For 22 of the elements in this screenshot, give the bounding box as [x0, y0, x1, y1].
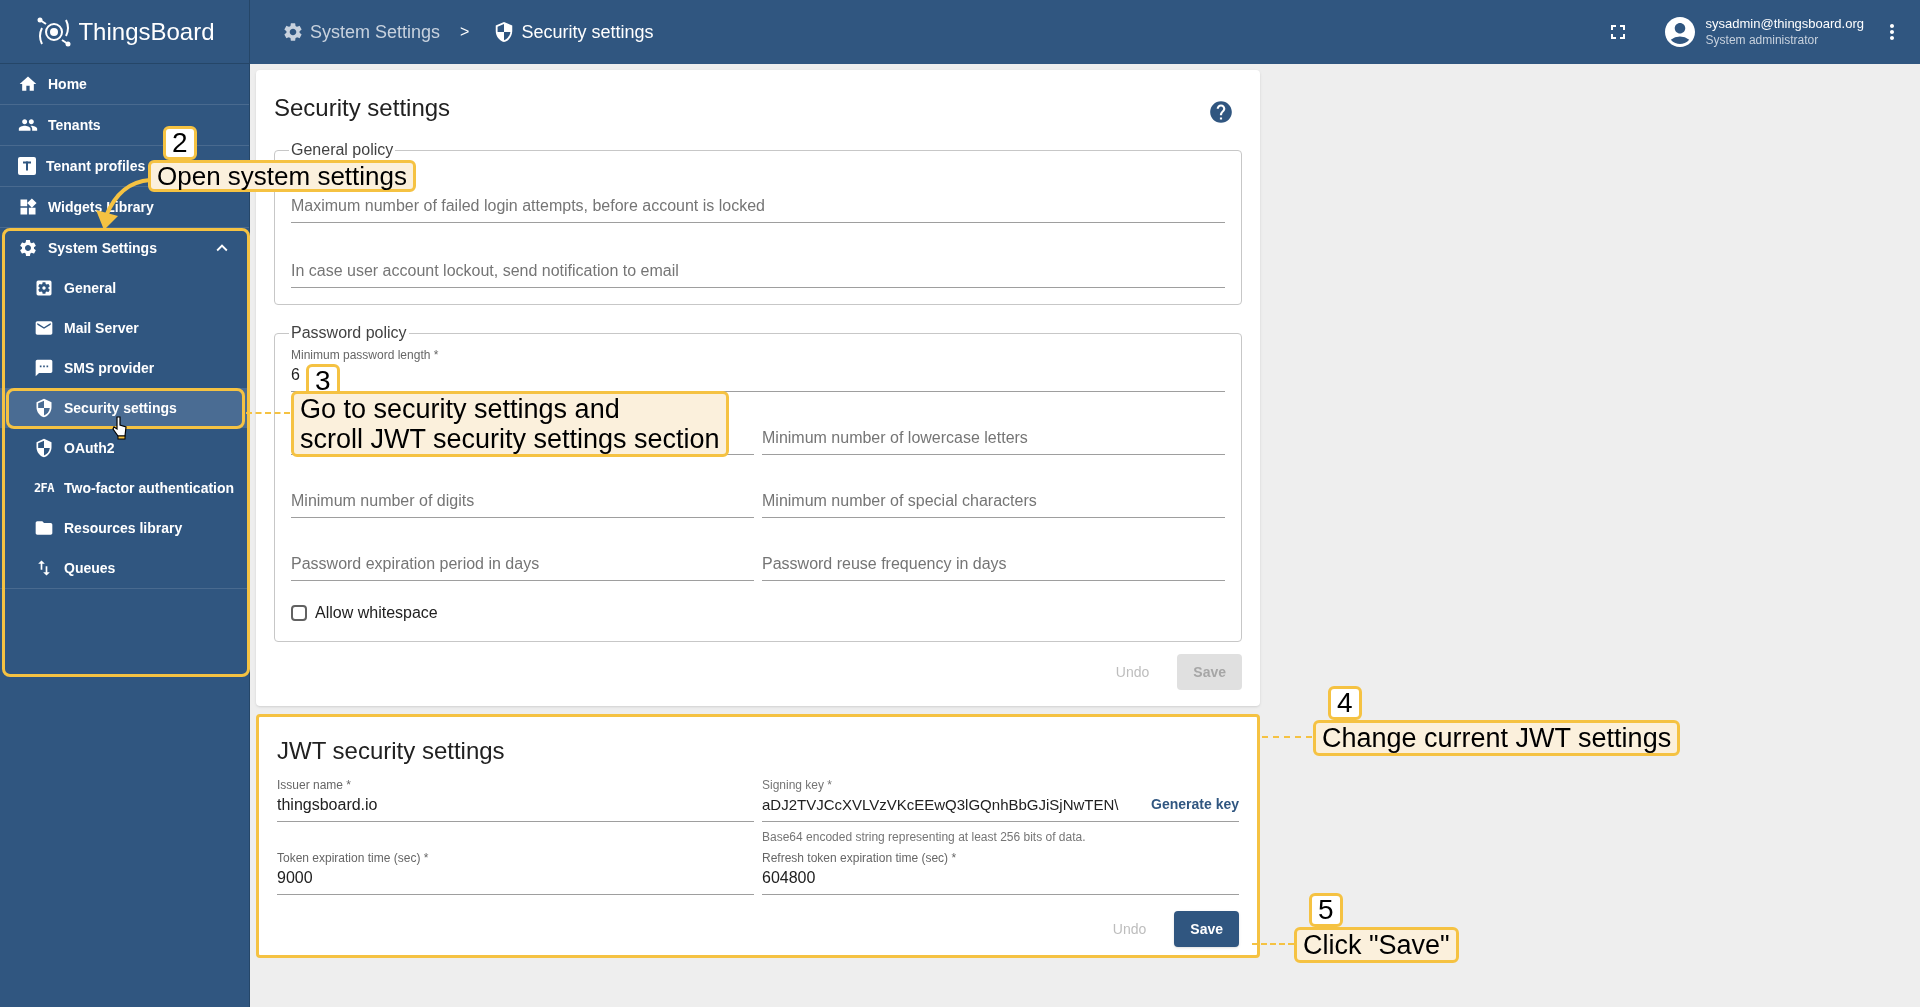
- group-legend: Password policy: [289, 321, 409, 345]
- callout-tooltip: Open system settings: [148, 160, 416, 192]
- field-hint: Base64 encoded string representing at least 256 bits of data.: [762, 829, 1087, 846]
- app-logo-text: ThingsBoard: [78, 16, 215, 47]
- card-title: Security settings: [274, 93, 451, 123]
- card-title: JWT security settings: [277, 736, 506, 766]
- step-number-tooltip: 4: [1328, 686, 1362, 720]
- step-number-tooltip: 2: [163, 126, 197, 160]
- field-label: Minimum password length *: [291, 347, 439, 363]
- field-label: Refresh token expiration time (sec) *: [762, 850, 957, 866]
- callout-tooltip: Go to security settings and scroll JWT security settings section: [291, 391, 729, 457]
- group-legend: General policy: [289, 138, 396, 162]
- user-role: System administrator: [1705, 32, 1820, 48]
- callout-tooltip: Click "Save": [1294, 927, 1459, 963]
- breadcrumb-current: Security settings: [521, 20, 654, 44]
- user-email: sysadmin@thingsboard.org: [1705, 16, 1864, 32]
- step-number-tooltip: 5: [1309, 893, 1343, 927]
- field-label: Issuer name *: [277, 777, 352, 793]
- callout-tooltip: Change current JWT settings: [1313, 720, 1681, 756]
- field-label: Token expiration time (sec) *: [277, 850, 429, 866]
- breadcrumb-separator: >: [460, 22, 470, 42]
- field-label: Signing key *: [762, 777, 833, 793]
